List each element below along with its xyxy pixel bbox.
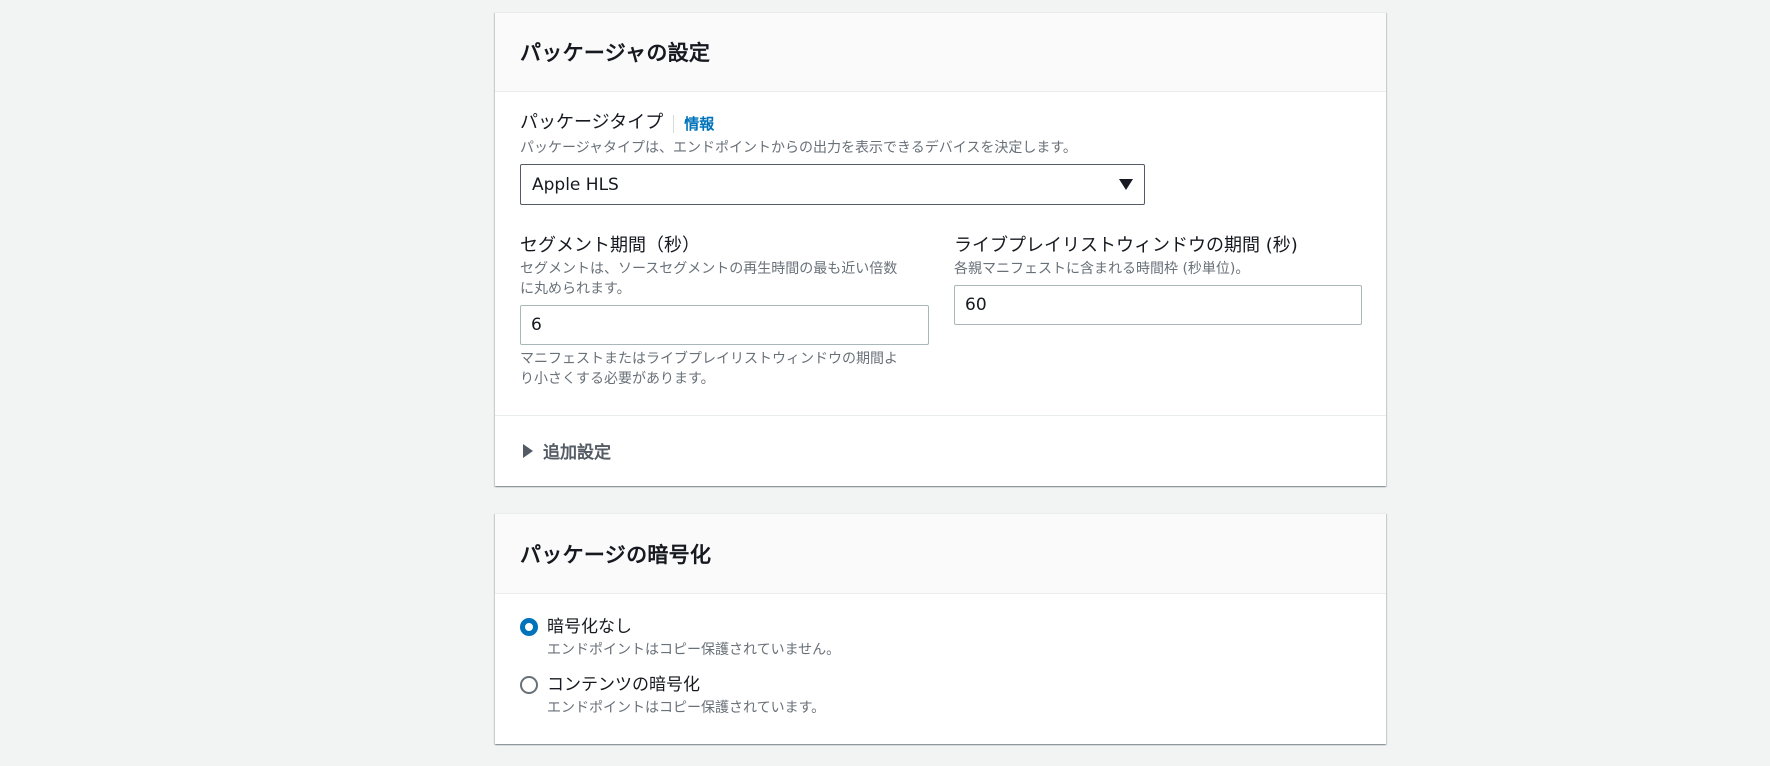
caret-right-icon [523, 443, 533, 458]
package-type-info-link[interactable]: 情報 [684, 115, 714, 133]
additional-settings-label: 追加設定 [543, 443, 611, 463]
encryption-option-none-label: 暗号化なし [547, 617, 632, 637]
info-separator [673, 114, 675, 133]
segment-duration-hint: マニフェストまたはライブプレイリストウィンドウの期間よ り小さくする必要がありま… [520, 349, 930, 389]
encryption-option-content-description: エンドポイントはコピー保護されています。 [547, 700, 826, 716]
section-divider [495, 415, 1386, 416]
encryption-option-content-label: コンテンツの暗号化 [547, 675, 700, 695]
live-playlist-window-label: ライブプレイリストウィンドウの期間 (秒) [954, 235, 1298, 256]
packager-settings-title: パッケージャの設定 [520, 41, 711, 65]
segment-duration-input[interactable] [520, 305, 929, 345]
radio-unselected-icon[interactable] [520, 676, 538, 694]
additional-settings-expander[interactable]: 追加設定 [523, 438, 611, 463]
package-encryption-title: パッケージの暗号化 [520, 542, 712, 567]
encryption-option-none[interactable]: 暗号化なし エンドポイントはコピー保護されていません。 [520, 616, 840, 660]
encryption-option-content-text: コンテンツの暗号化 エンドポイントはコピー保護されています。 [547, 674, 825, 718]
encryption-option-none-text: 暗号化なし エンドポイントはコピー保護されていません。 [547, 616, 840, 660]
live-playlist-window-input[interactable] [954, 285, 1362, 325]
encryption-option-content[interactable]: コンテンツの暗号化 エンドポイントはコピー保護されています。 [520, 674, 825, 718]
segment-duration-label: セグメント期間（秒） [520, 235, 700, 256]
package-type-label: パッケージタイプ [520, 112, 664, 133]
radio-selected-icon[interactable] [520, 618, 538, 636]
segment-duration-description: セグメントは、ソースセグメントの再生時間の最も近い倍数 に丸められます。 [520, 259, 930, 299]
package-type-selected-value: Apple HLS [532, 174, 619, 195]
live-playlist-window-description: 各親マニフェストに含まれる時間枠 (秒単位)。 [954, 261, 1250, 277]
packager-settings-header: パッケージャの設定 [495, 13, 1386, 92]
segment-duration-hint-line2: り小さくする必要があります。 [520, 371, 715, 387]
caret-down-icon [1119, 179, 1133, 190]
encryption-option-none-description: エンドポイントはコピー保護されていません。 [547, 642, 841, 658]
packager-settings-panel: パッケージャの設定 パッケージタイプ 情報 パッケージャタイプは、エンドポイントか… [495, 12, 1386, 486]
segment-duration-hint-line1: マニフェストまたはライブプレイリストウィンドウの期間よ [520, 351, 898, 367]
package-encryption-header: パッケージの暗号化 [495, 514, 1386, 594]
package-type-select[interactable]: Apple HLS [520, 164, 1145, 205]
segment-duration-description-line1: セグメントは、ソースセグメントの再生時間の最も近い倍数 [520, 261, 898, 277]
package-type-label-row: パッケージタイプ 情報 [520, 112, 714, 134]
segment-duration-description-line2: に丸められます。 [520, 281, 631, 297]
package-encryption-panel: パッケージの暗号化 暗号化なし エンドポイントはコピー保護されていません。 コン… [495, 513, 1386, 744]
package-type-description: パッケージャタイプは、エンドポイントからの出力を表示できるデバイスを決定します。 [520, 140, 1077, 156]
